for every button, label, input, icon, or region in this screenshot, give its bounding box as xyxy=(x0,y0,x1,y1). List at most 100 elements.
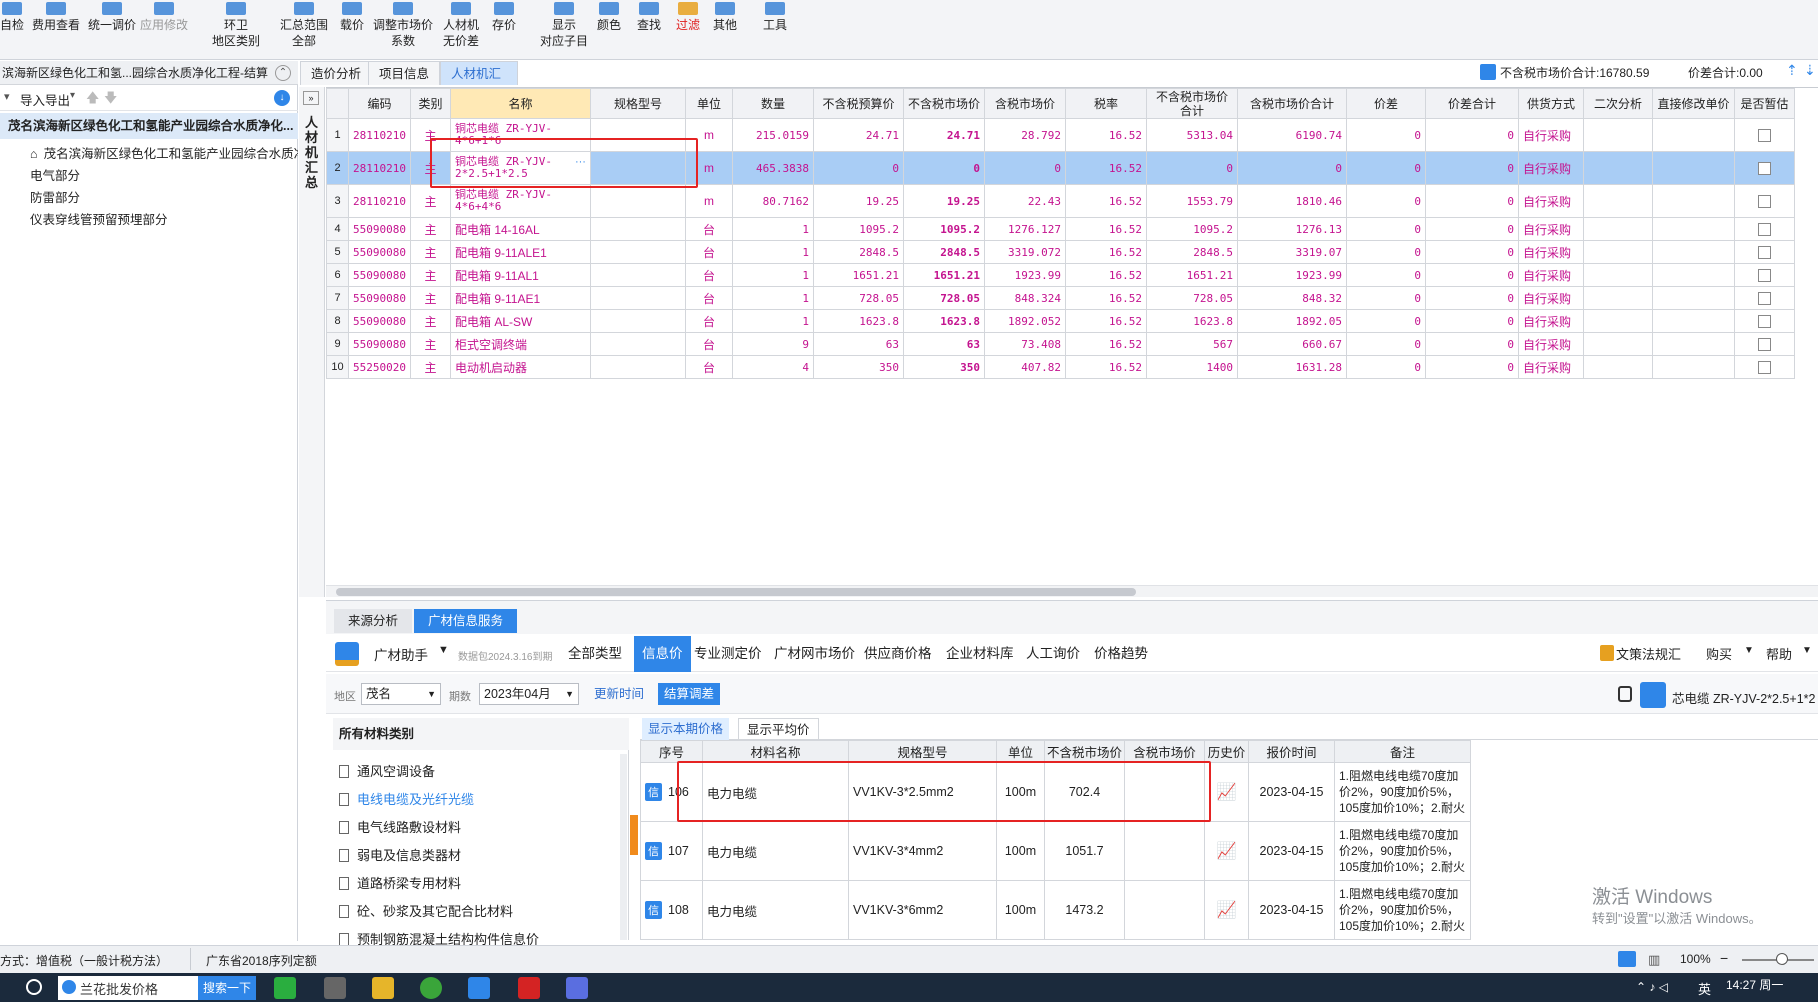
table-cell[interactable]: 铜芯电缆 ZR-YJV-4*6+4*6 xyxy=(449,184,591,218)
price-cell[interactable]: 信 108 xyxy=(640,880,703,940)
table-cell[interactable] xyxy=(1582,217,1653,241)
table-cell[interactable]: 1892.052 xyxy=(983,309,1066,333)
table-cell[interactable]: 0 xyxy=(1424,240,1519,264)
horizontal-scrollbar[interactable] xyxy=(326,585,1818,597)
table-cell[interactable]: 73.408 xyxy=(983,332,1066,356)
table-cell[interactable]: 2848.5 xyxy=(812,240,904,264)
price-col-header[interactable]: 规格型号 xyxy=(848,740,997,763)
category-item[interactable]: 道路桥梁专用材料 xyxy=(339,870,461,898)
price-cell[interactable]: 1.阻燃电线电缆70度加价2%，90度加价5%，105度加价10%；2.耐火型1… xyxy=(1334,880,1471,940)
toolbar-button-12[interactable]: 查找 xyxy=(637,2,661,62)
chevron-down-icon[interactable]: ▾ xyxy=(4,90,10,103)
tab-0[interactable]: 造价分析 xyxy=(300,61,373,85)
table-cell[interactable]: 55250020 xyxy=(348,355,411,379)
table-cell[interactable]: 主 xyxy=(409,151,451,185)
toolbar-button-15[interactable]: 工具 xyxy=(763,2,787,62)
table-cell[interactable]: 自行采购 xyxy=(1517,309,1584,333)
table-row[interactable]: 6 55090080 主配电箱 9-11AL1 台 1 1651.21 1651.21 192… xyxy=(326,263,1795,287)
gc-nav-item[interactable]: 信息价 xyxy=(634,636,691,672)
table-cell[interactable]: 215.0159 xyxy=(731,118,814,152)
view-mode-icon[interactable] xyxy=(1618,951,1636,967)
browser-icon[interactable] xyxy=(420,977,442,999)
table-cell[interactable]: 自行采购 xyxy=(1517,118,1584,152)
zoom-out-icon[interactable]: − xyxy=(1720,950,1728,966)
price-cell[interactable]: 信 106 xyxy=(640,762,703,822)
table-cell[interactable]: 848.32 xyxy=(1236,286,1347,310)
table-cell[interactable]: 0 xyxy=(1345,240,1426,264)
table-cell[interactable] xyxy=(1651,355,1735,379)
col-header[interactable]: 直接修改单价 xyxy=(1651,88,1735,119)
price-cell[interactable]: 📈 xyxy=(1204,880,1249,940)
col-header[interactable]: 单位 xyxy=(684,88,733,119)
table-row[interactable]: 1 28110210 主铜芯电缆 ZR-YJV-4*6+1*6 m 215.0159 24… xyxy=(326,118,1795,152)
policy-link[interactable]: 文策法规汇 xyxy=(1616,644,1681,663)
table-cell[interactable] xyxy=(1733,309,1795,333)
table-cell[interactable]: 0 xyxy=(1424,184,1519,218)
table-cell[interactable]: 3 xyxy=(326,184,349,218)
tree-item[interactable]: 仪表穿线管预留预埋部分 xyxy=(0,207,298,233)
table-cell[interactable]: 配电箱 14-16AL xyxy=(449,217,591,241)
table-cell[interactable]: 自行采购 xyxy=(1517,184,1584,218)
table-cell[interactable] xyxy=(1733,151,1795,185)
table-cell[interactable]: 0 xyxy=(1345,355,1426,379)
price-cell[interactable]: 702.4 xyxy=(1044,762,1125,822)
table-cell[interactable]: 10 xyxy=(326,355,349,379)
table-cell[interactable]: 16.52 xyxy=(1064,332,1147,356)
price-row[interactable]: 信 106 电力电缆 VV1KV-3*2.5mm2 100m 702.4 📈 2023-04-… xyxy=(640,762,1471,822)
table-cell[interactable] xyxy=(1733,184,1795,218)
chevron-down-icon[interactable]: ▼ xyxy=(438,644,449,656)
toolbar-button-9[interactable]: 存价 xyxy=(492,2,516,62)
toolbar-button-5[interactable]: 汇总范围 全部 xyxy=(280,2,328,62)
table-cell[interactable]: 0 xyxy=(1345,332,1426,356)
price-row[interactable]: 信 108 电力电缆 VV1KV-3*6mm2 100m 1473.2 📈 2023-04-1… xyxy=(640,880,1471,940)
split-view-icon[interactable]: ▥ xyxy=(1648,952,1660,968)
table-row[interactable]: 9 55090080 主柜式空调终端台 9 63 63 73.408 16.52 567 660.… xyxy=(326,332,1795,356)
col-header[interactable]: 税率 xyxy=(1064,88,1147,119)
col-header[interactable]: 名称 xyxy=(449,88,591,119)
search-icon[interactable] xyxy=(26,979,42,995)
gc-nav-item[interactable]: 广材网市场价 xyxy=(774,639,855,669)
table-cell[interactable]: 28110210 xyxy=(348,184,411,218)
table-cell[interactable]: 0 xyxy=(1345,309,1426,333)
expand-icon[interactable]: » xyxy=(303,91,319,105)
table-cell[interactable]: 567 xyxy=(1145,332,1238,356)
table-cell[interactable]: 19.25 xyxy=(812,184,904,218)
table-cell[interactable]: 铜芯电缆 ZR-YJV-4*6+1*6 xyxy=(449,118,591,152)
table-cell[interactable]: 1 xyxy=(731,263,814,287)
price-cell[interactable]: 📈 xyxy=(1204,762,1249,822)
gld-app-icon[interactable] xyxy=(468,977,490,999)
col-header[interactable]: 规格型号 xyxy=(589,88,686,119)
table-cell[interactable]: 台 xyxy=(684,355,733,379)
checkbox[interactable] xyxy=(1757,128,1771,142)
table-cell[interactable] xyxy=(1582,151,1653,185)
table-cell[interactable]: 728.05 xyxy=(902,286,985,310)
table-cell[interactable]: 台 xyxy=(684,240,733,264)
table-cell[interactable]: 0 xyxy=(1424,263,1519,287)
price-cell[interactable]: 信 107 xyxy=(640,821,703,881)
price-cell[interactable]: 2023-04-15 xyxy=(1248,880,1335,940)
price-col-header[interactable]: 不含税市场价 xyxy=(1044,740,1125,763)
price-cell[interactable]: VV1KV-3*6mm2 xyxy=(848,880,997,940)
toolbar-button-8[interactable]: 人材机 无价差 xyxy=(443,2,479,62)
table-cell[interactable]: 728.05 xyxy=(1145,286,1238,310)
table-cell[interactable]: 自行采购 xyxy=(1517,151,1584,185)
import-export-button[interactable]: 导入导出 xyxy=(20,90,70,109)
table-cell[interactable]: 1651.21 xyxy=(1145,263,1238,287)
arrow-up-icon[interactable]: ⇡ xyxy=(1786,62,1798,79)
table-cell[interactable]: 1623.8 xyxy=(812,309,904,333)
refresh-time-button[interactable]: 更新时间 xyxy=(588,683,650,705)
table-cell[interactable]: 7 xyxy=(326,286,349,310)
checkbox[interactable] xyxy=(1757,268,1771,282)
table-cell[interactable] xyxy=(1651,151,1735,185)
checkbox[interactable] xyxy=(1757,337,1771,351)
taskbar-search-button[interactable]: 搜索一下 xyxy=(198,976,256,1000)
price-col-header[interactable]: 单位 xyxy=(996,740,1045,763)
tab-2[interactable]: 人材机汇总 xyxy=(440,61,518,105)
toolbar-button-11[interactable]: 颜色 xyxy=(597,2,621,62)
table-cell[interactable] xyxy=(589,309,686,333)
table-cell[interactable]: 19.25 xyxy=(902,184,985,218)
tab-1[interactable]: 项目信息 xyxy=(368,61,441,85)
price-cell[interactable]: 📈 xyxy=(1204,821,1249,881)
table-cell[interactable] xyxy=(1651,286,1735,310)
toolbar-button-1[interactable]: 费用查看 xyxy=(32,2,80,62)
